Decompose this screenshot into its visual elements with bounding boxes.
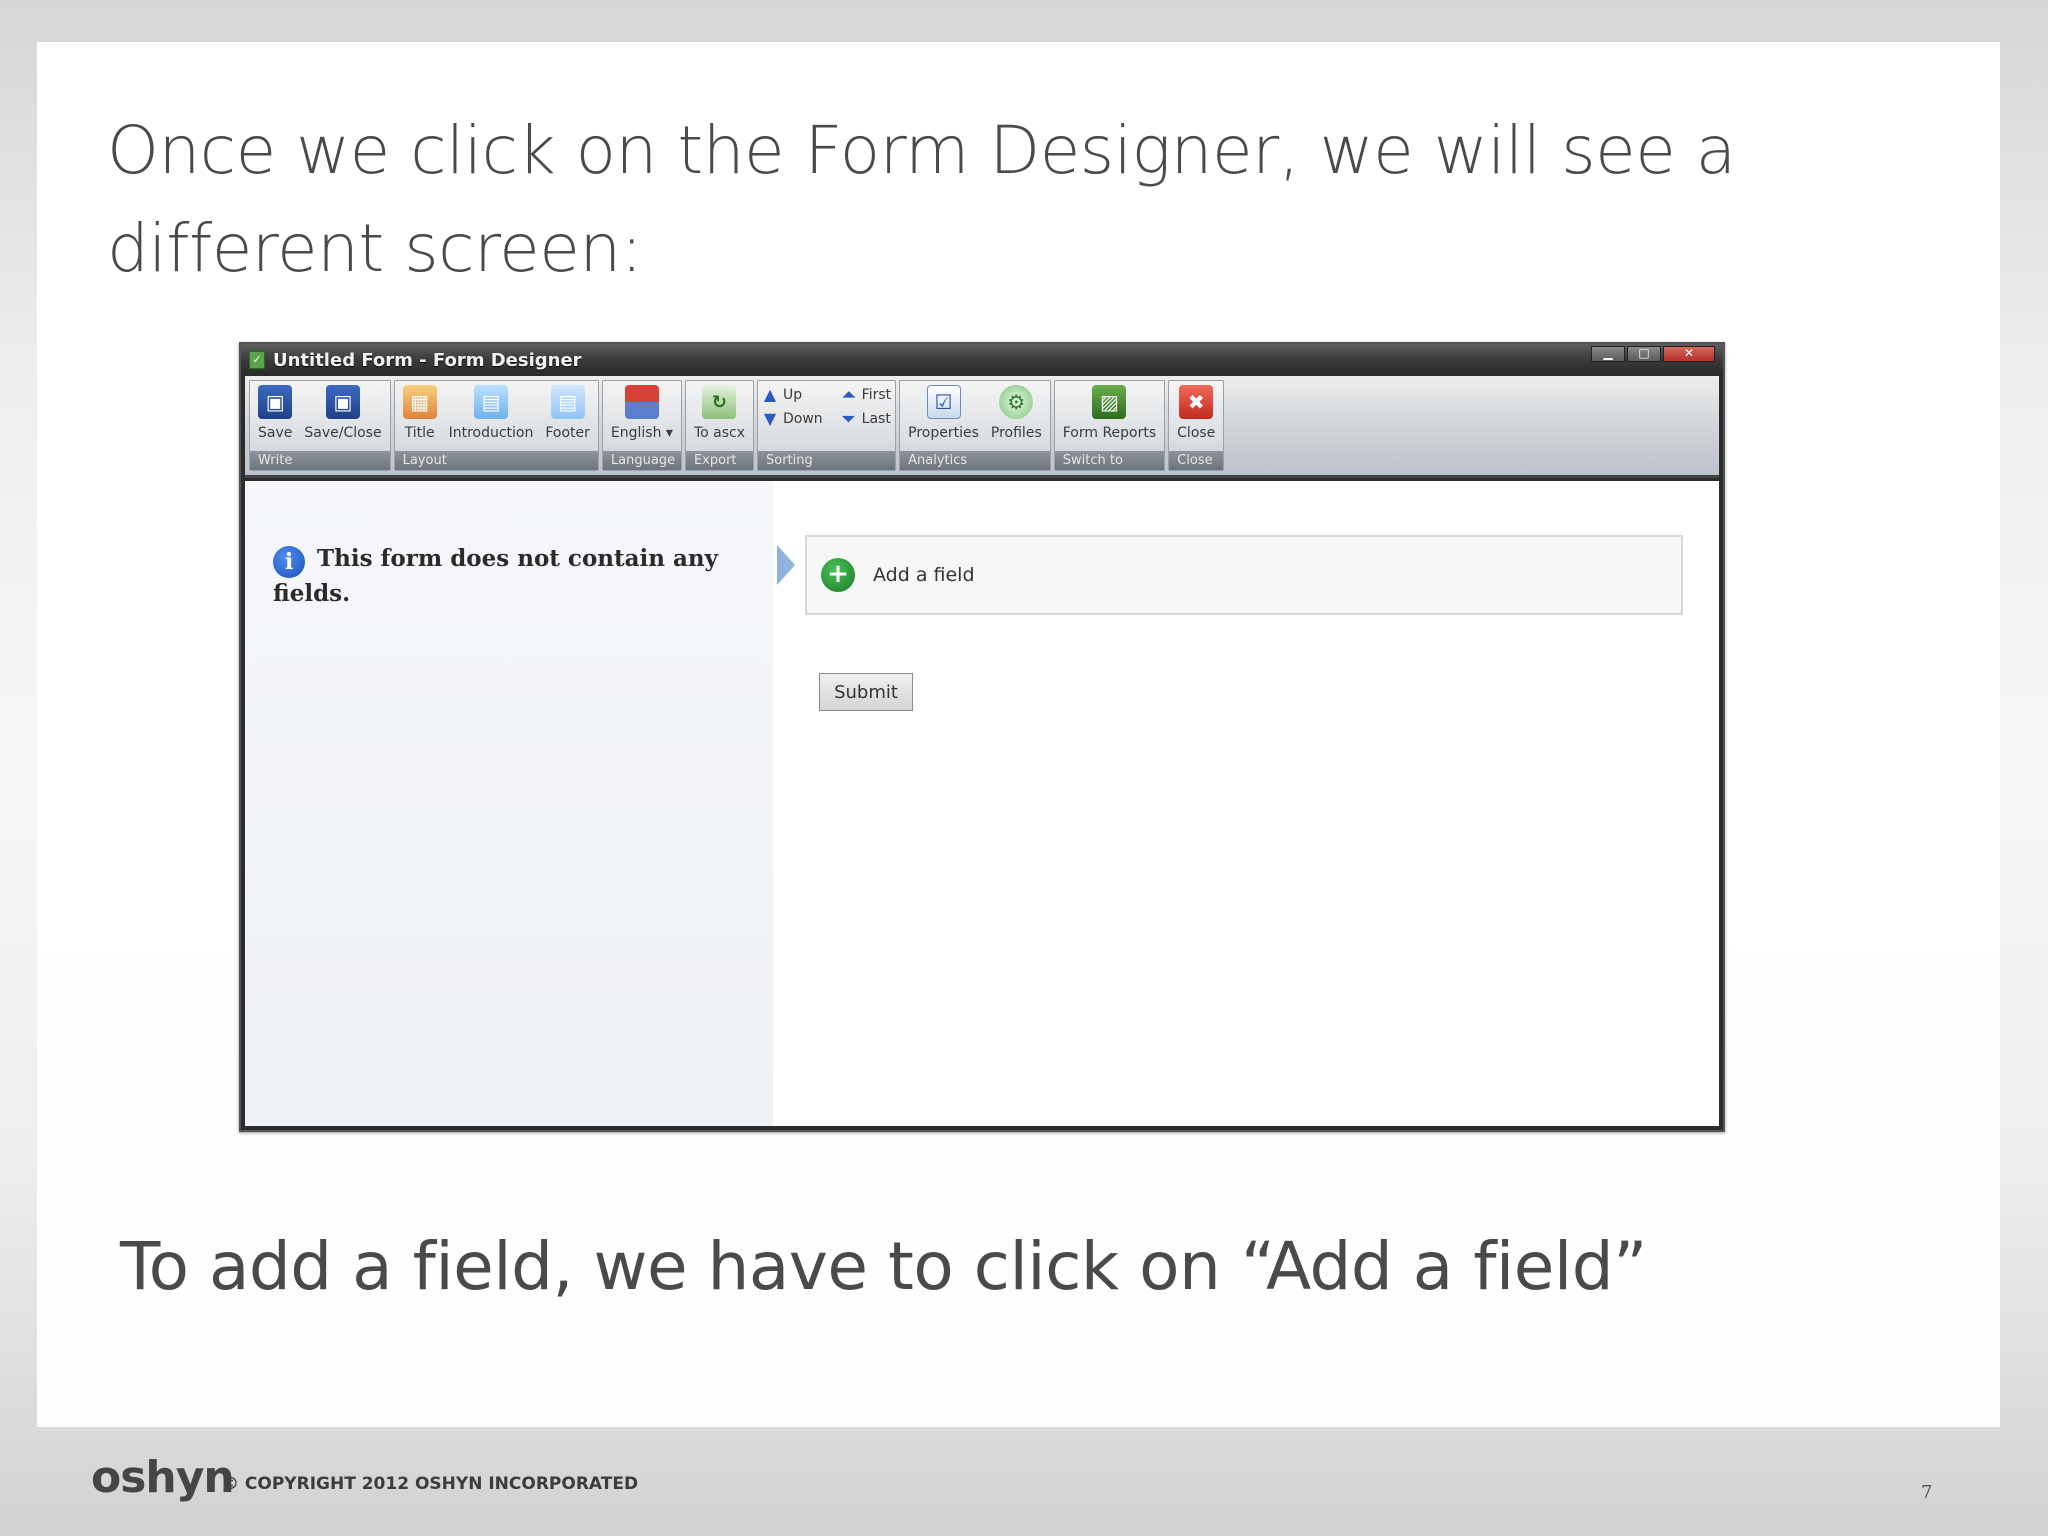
slide: Once we click on the Form Designer, we w… xyxy=(37,42,2000,1427)
language-label: English ▾ xyxy=(610,425,673,441)
properties-icon: ☑ xyxy=(926,385,961,419)
info-icon: i xyxy=(273,545,305,578)
form-reports-button[interactable]: ▨ Form Reports xyxy=(1059,383,1160,443)
group-label-switch-to: Switch to xyxy=(1054,451,1165,470)
to-ascx-label: To ascx xyxy=(693,425,745,441)
sort-down-button[interactable]: ▼ Down xyxy=(762,409,823,428)
sort-up-button[interactable]: ▲ Up xyxy=(762,385,823,404)
minimize-button[interactable]: ▁ xyxy=(1591,346,1625,362)
app-icon: ✓ xyxy=(249,351,265,369)
ribbon-group-export: ↻ To ascx Export xyxy=(684,380,754,471)
save-label: Save xyxy=(258,425,293,441)
sort-down-label: Down xyxy=(783,411,823,427)
footer-icon: ▤ xyxy=(550,385,585,419)
profiles-icon: ⚙ xyxy=(999,385,1034,419)
empty-form-message: i This form does not contain any fields. xyxy=(273,543,743,610)
up-arrow-icon: ▲ xyxy=(763,385,777,404)
add-field-label: Add a field xyxy=(873,564,975,586)
form-reports-icon: ▨ xyxy=(1092,385,1127,419)
slide-caption: To add a field, we have to click on “Add… xyxy=(120,1228,1647,1305)
ribbon-group-analytics: ☑ Properties ⚙ Profiles Analytics xyxy=(899,380,1051,471)
form-reports-label: Form Reports xyxy=(1062,425,1157,441)
selection-pointer-icon xyxy=(777,545,795,585)
group-label-close: Close xyxy=(1169,451,1224,470)
close-button[interactable]: ✖ Close xyxy=(1173,383,1219,443)
group-label-export: Export xyxy=(685,451,753,470)
sort-first-label: First xyxy=(861,387,892,403)
close-label: Close xyxy=(1177,425,1216,441)
sort-last-label: Last xyxy=(861,411,891,427)
maximize-button[interactable]: □ xyxy=(1627,346,1661,362)
form-preview-pane: + Add a field Submit xyxy=(773,481,1719,1126)
window-titlebar: ✓ Untitled Form - Form Designer ▁ □ ✕ xyxy=(241,344,1723,376)
group-label-analytics: Analytics xyxy=(900,451,1050,470)
introduction-button[interactable]: ▤ Introduction xyxy=(445,383,538,443)
window-close-button[interactable]: ✕ xyxy=(1663,346,1715,362)
title-label: Title xyxy=(404,425,435,441)
save-close-icon: ▣ xyxy=(325,385,360,419)
properties-label: Properties xyxy=(908,425,979,441)
ribbon-group-switch-to: ▨ Form Reports Switch to xyxy=(1053,380,1166,471)
first-icon: ⏶ xyxy=(842,385,856,404)
form-designer-window: ✓ Untitled Form - Form Designer ▁ □ ✕ ▣ … xyxy=(239,342,1725,1132)
group-label-language: Language xyxy=(602,451,681,470)
sort-last-button[interactable]: ⏷ Last xyxy=(841,409,891,428)
introduction-label: Introduction xyxy=(448,425,534,441)
group-label-layout: Layout xyxy=(394,451,598,470)
slide-heading: Once we click on the Form Designer, we w… xyxy=(107,112,1736,287)
language-dropdown[interactable]: English ▾ xyxy=(607,383,677,443)
copyright-notice: © COPYRIGHT 2012 OSHYN INCORPORATED xyxy=(222,1474,639,1494)
last-icon: ⏷ xyxy=(842,409,856,428)
empty-form-text: This form does not contain any fields. xyxy=(273,545,718,607)
window-controls: ▁ □ ✕ xyxy=(1591,346,1715,362)
introduction-icon: ▤ xyxy=(473,385,508,419)
title-button[interactable]: ▦ Title xyxy=(399,383,441,443)
group-label-sorting: Sorting xyxy=(758,451,896,470)
submit-button[interactable]: Submit xyxy=(819,673,913,711)
title-icon: ▦ xyxy=(402,385,437,419)
add-field-button[interactable]: + Add a field xyxy=(805,535,1683,615)
flag-icon xyxy=(624,385,659,419)
down-arrow-icon: ▼ xyxy=(763,409,777,428)
ribbon-group-write: ▣ Save ▣ Save/Close Write xyxy=(249,380,391,471)
close-icon: ✖ xyxy=(1179,385,1214,419)
profiles-button[interactable]: ⚙ Profiles xyxy=(987,383,1046,443)
window-title: Untitled Form - Form Designer xyxy=(273,349,582,371)
fields-pane: i This form does not contain any fields. … xyxy=(245,481,783,1126)
page-number: 7 xyxy=(1921,1482,1933,1503)
ribbon-toolbar: ▣ Save ▣ Save/Close Write ▦ Title ▤ Intr… xyxy=(245,376,1719,478)
properties-button[interactable]: ☑ Properties xyxy=(904,383,983,443)
to-ascx-button[interactable]: ↻ To ascx xyxy=(690,383,749,443)
footer-label: Footer xyxy=(545,425,590,441)
profiles-label: Profiles xyxy=(990,425,1042,441)
ribbon-group-close: ✖ Close Close xyxy=(1168,380,1225,471)
footer-button[interactable]: ▤ Footer xyxy=(541,383,594,443)
sort-up-label: Up xyxy=(783,387,803,403)
save-icon: ▣ xyxy=(258,385,293,419)
add-icon: + xyxy=(821,558,855,592)
ribbon-group-sorting: ▲ Up ▼ Down ⏶ First ⏷ Last Sorting xyxy=(757,380,897,471)
save-close-button[interactable]: ▣ Save/Close xyxy=(300,383,385,443)
designer-content: i This form does not contain any fields. … xyxy=(245,481,1719,1126)
save-close-label: Save/Close xyxy=(304,425,382,441)
group-label-write: Write xyxy=(250,451,390,470)
oshyn-logo: oshyn xyxy=(91,1452,235,1503)
save-button[interactable]: ▣ Save xyxy=(254,383,296,443)
ribbon-group-layout: ▦ Title ▤ Introduction ▤ Footer Layout xyxy=(393,380,599,471)
ribbon-group-language: English ▾ Language xyxy=(601,380,682,471)
export-icon: ↻ xyxy=(702,385,737,419)
sort-first-button[interactable]: ⏶ First xyxy=(841,385,892,404)
